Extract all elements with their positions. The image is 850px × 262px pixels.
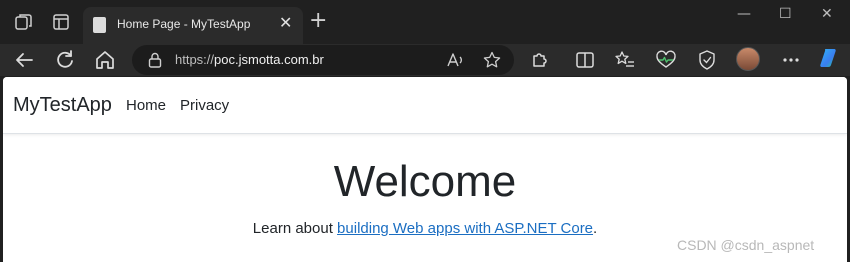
site-navbar: MyTestApp Home Privacy [3,77,847,134]
lock-icon[interactable] [148,52,162,68]
maximize-button[interactable]: ☐ [779,6,792,22]
tab-actions-icon[interactable] [51,12,71,32]
watermark-text: CSDN @csdn_aspnet [677,237,815,253]
more-options-icon[interactable] [779,48,803,72]
favorites-icon[interactable] [613,48,637,72]
learn-paragraph: Learn about building Web apps with ASP.N… [3,220,847,237]
page-heading: Welcome [333,157,517,206]
nav-link-privacy[interactable]: Privacy [180,97,229,114]
site-brand-link[interactable]: MyTestApp [13,94,112,117]
tab-title: Home Page - MyTestApp [117,17,251,31]
aspnet-docs-link[interactable]: building Web apps with ASP.NET Core [337,220,593,237]
learn-suffix: . [593,220,598,237]
read-aloud-icon[interactable] [445,50,465,70]
copilot-icon[interactable] [817,46,841,70]
close-window-button[interactable]: ✕ [821,6,833,22]
workspaces-icon[interactable] [14,12,34,32]
home-icon[interactable] [93,48,117,72]
address-bar[interactable]: https://poc.jsmotta.com.br [132,45,514,75]
new-tab-button[interactable]: + [309,10,327,32]
tab-home-page[interactable]: Home Page - MyTestApp ✕ [83,7,303,44]
nav-link-home[interactable]: Home [126,97,166,114]
favorite-star-icon[interactable] [482,50,502,70]
url-text[interactable]: https://poc.jsmotta.com.br [175,52,324,67]
performance-icon[interactable] [695,48,719,72]
profile-avatar[interactable] [736,47,760,71]
minimize-button[interactable]: — [737,6,751,22]
page-icon [93,17,106,33]
learn-prefix: Learn about [252,220,338,237]
split-screen-icon[interactable] [573,48,597,72]
title-bar: Home Page - MyTestApp ✕ + — ☐ ✕ [0,0,850,44]
page-viewport: MyTestApp Home Privacy Welcome Learn abo… [3,77,847,262]
refresh-icon[interactable] [53,48,77,72]
browser-toolbar: https://poc.jsmotta.com.br [0,44,850,76]
url-scheme: https:// [175,52,215,67]
back-arrow-icon[interactable] [12,48,36,72]
extensions-icon[interactable] [528,48,552,72]
browser-essentials-icon[interactable] [654,48,678,72]
close-tab-icon[interactable]: ✕ [279,14,292,34]
url-host: poc.jsmotta.com.br [214,52,324,67]
